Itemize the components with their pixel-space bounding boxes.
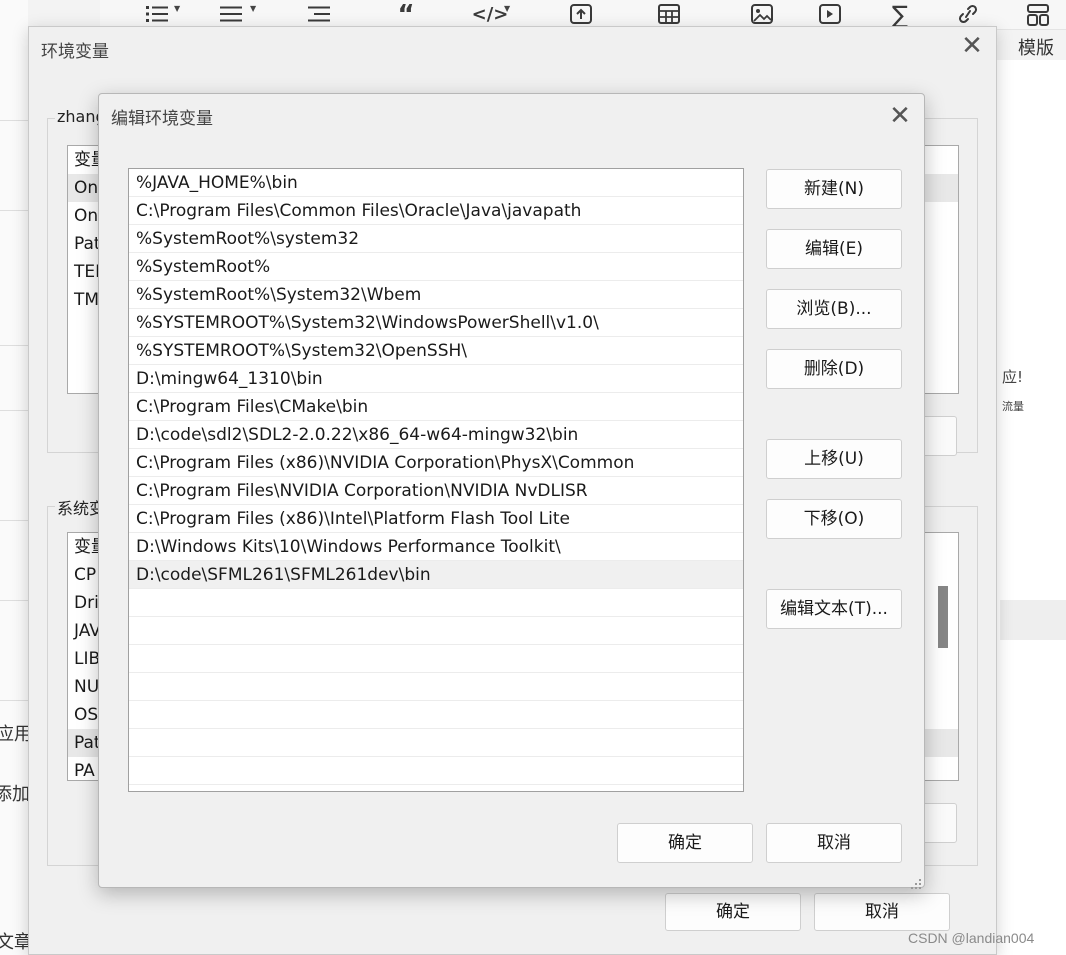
path-item[interactable]: %SystemRoot%: [129, 253, 743, 281]
cancel-button[interactable]: 取消: [814, 893, 950, 931]
path-item[interactable]: %JAVA_HOME%\bin: [129, 169, 743, 197]
close-icon[interactable]: ✕: [956, 32, 988, 60]
empty-row[interactable]: [129, 729, 743, 757]
background-fragment: 流量: [1002, 400, 1024, 413]
empty-row[interactable]: [129, 673, 743, 701]
path-item[interactable]: D:\mingw64_1310\bin: [129, 365, 743, 393]
table-icon[interactable]: [655, 2, 683, 28]
resize-grip-icon[interactable]: [911, 874, 921, 889]
path-item[interactable]: C:\Program Files (x86)\Intel\Platform Fl…: [129, 505, 743, 533]
close-icon[interactable]: ✕: [884, 102, 916, 130]
path-item[interactable]: %SystemRoot%\system32: [129, 225, 743, 253]
watermark: CSDN @landian004: [908, 930, 1035, 946]
path-item[interactable]: D:\Windows Kits\10\Windows Performance T…: [129, 533, 743, 561]
link-icon[interactable]: [954, 2, 982, 28]
background-right-panel: [997, 60, 1066, 955]
path-item[interactable]: C:\Program Files\Common Files\Oracle\Jav…: [129, 197, 743, 225]
ok-button[interactable]: 确定: [665, 893, 801, 931]
ordered-list-icon[interactable]: [217, 2, 245, 28]
background-fragment: 应!: [1002, 368, 1024, 386]
move-up-button[interactable]: 上移(U): [766, 439, 902, 479]
cancel-button[interactable]: 取消: [766, 823, 902, 863]
edit-button[interactable]: 编辑(E): [766, 229, 902, 269]
divider: [0, 700, 28, 701]
template-icon[interactable]: [1024, 2, 1052, 28]
template-label[interactable]: 模版: [1018, 34, 1054, 60]
empty-row[interactable]: [129, 757, 743, 785]
divider: [0, 410, 28, 411]
path-item[interactable]: C:\Program Files\CMake\bin: [129, 393, 743, 421]
browse-button[interactable]: 浏览(B)...: [766, 289, 902, 329]
quote-icon[interactable]: “: [392, 2, 420, 28]
edit-text-button[interactable]: 编辑文本(T)...: [766, 589, 902, 629]
divider: [0, 210, 28, 211]
chevron-down-icon[interactable]: ▼: [504, 4, 510, 13]
path-item[interactable]: %SystemRoot%\System32\Wbem: [129, 281, 743, 309]
upload-icon[interactable]: [567, 2, 595, 28]
sigma-icon[interactable]: ∑: [886, 2, 914, 28]
divider: [0, 345, 28, 346]
divider: [0, 600, 28, 601]
background-left-strip: [0, 0, 28, 955]
video-icon[interactable]: [816, 2, 844, 28]
ok-button[interactable]: 确定: [617, 823, 753, 863]
indent-icon[interactable]: [305, 2, 333, 28]
dialog-title: 环境变量: [41, 42, 109, 62]
path-item[interactable]: %SYSTEMROOT%\System32\WindowsPowerShell\…: [129, 309, 743, 337]
chevron-down-icon[interactable]: ▼: [250, 4, 256, 13]
move-down-button[interactable]: 下移(O): [766, 499, 902, 539]
chevron-down-icon[interactable]: ▼: [174, 4, 180, 13]
background-fragment: 添加: [0, 784, 30, 805]
path-item[interactable]: D:\code\sdl2\SDL2-2.0.22\x86_64-w64-ming…: [129, 421, 743, 449]
empty-row[interactable]: [129, 617, 743, 645]
dialog-title: 编辑环境变量: [111, 109, 213, 129]
unordered-list-icon[interactable]: [143, 2, 171, 28]
image-icon[interactable]: [748, 2, 776, 28]
new-button[interactable]: 新建(N): [766, 169, 902, 209]
delete-button[interactable]: 删除(D): [766, 349, 902, 389]
empty-row[interactable]: [129, 701, 743, 729]
edit-environment-variable-dialog: 编辑环境变量 ✕ %JAVA_HOME%\bin C:\Program File…: [98, 93, 925, 889]
divider: [0, 520, 28, 521]
scrollbar-thumb[interactable]: [938, 586, 948, 648]
path-item-selected[interactable]: D:\code\SFML261\SFML261dev\bin: [129, 561, 743, 589]
divider: [0, 120, 28, 121]
path-list[interactable]: %JAVA_HOME%\bin C:\Program Files\Common …: [128, 168, 744, 792]
background-right-bar: [1000, 600, 1066, 640]
path-item[interactable]: %SYSTEMROOT%\System32\OpenSSH\: [129, 337, 743, 365]
empty-row[interactable]: [129, 645, 743, 673]
empty-row[interactable]: [129, 589, 743, 617]
path-item[interactable]: C:\Program Files\NVIDIA Corporation\NVID…: [129, 477, 743, 505]
path-item[interactable]: C:\Program Files (x86)\NVIDIA Corporatio…: [129, 449, 743, 477]
